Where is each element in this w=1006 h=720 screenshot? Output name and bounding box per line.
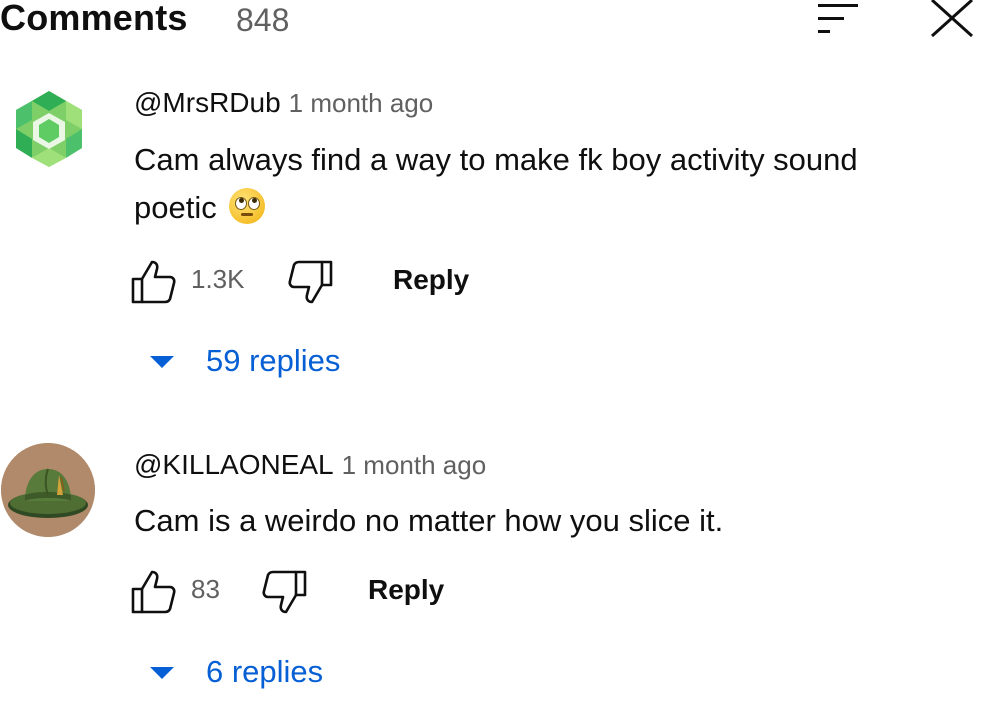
avatar-identicon: [16, 91, 82, 167]
thumbs-down-icon: [288, 260, 333, 304]
comment-actions: 1.3K Reply: [130, 258, 490, 306]
comments-count: 848: [236, 2, 290, 38]
sort-button[interactable]: [808, 0, 864, 38]
comment-text-line: Cam is a weirdo no matter how you slice …: [134, 503, 724, 538]
thumbs-down-icon: [262, 570, 307, 614]
comment-text-line: poetic: [134, 190, 217, 225]
comment-actions: 83 Reply: [130, 568, 470, 616]
rolling-eyes-emoji-icon: [229, 188, 266, 224]
comment-author[interactable]: @KILLAONEAL: [134, 449, 334, 480]
comment-meta: @MrsRDub 1 month ago: [134, 87, 433, 119]
close-button[interactable]: [926, 0, 978, 40]
caret-down-icon: [150, 356, 174, 368]
reply-button[interactable]: Reply: [393, 264, 469, 296]
comments-title: Comments: [0, 0, 188, 38]
like-count: 1.3K: [191, 264, 245, 294]
sort-icon: [818, 4, 858, 33]
dislike-button[interactable]: [286, 258, 334, 306]
comment-text: Cam is a weirdo no matter how you slice …: [134, 497, 954, 545]
reply-button[interactable]: Reply: [368, 574, 444, 606]
caret-down-icon: [150, 667, 174, 679]
view-replies-button[interactable]: 59 replies: [150, 339, 370, 387]
comment-meta: @KILLAONEAL 1 month ago: [134, 449, 486, 481]
comment-author[interactable]: @MrsRDub: [134, 87, 281, 118]
avatar[interactable]: [1, 443, 95, 537]
comment-time[interactable]: 1 month ago: [342, 450, 487, 480]
like-button[interactable]: [130, 568, 178, 616]
comment-time[interactable]: 1 month ago: [289, 88, 434, 118]
close-icon: [930, 0, 974, 38]
dislike-button[interactable]: [260, 568, 308, 616]
view-replies-button[interactable]: 6 replies: [150, 650, 350, 698]
replies-label: 6 replies: [206, 654, 324, 689]
thumbs-up-icon: [131, 260, 176, 304]
comment-text: Cam always find a way to make fk boy act…: [134, 136, 954, 232]
comment-text-line: Cam always find a way to make fk boy act…: [134, 142, 858, 177]
avatar[interactable]: [2, 83, 96, 177]
like-button[interactable]: [130, 258, 178, 306]
replies-label: 59 replies: [206, 343, 341, 378]
hat-avatar-image: [1, 443, 95, 537]
thumbs-up-icon: [131, 570, 176, 614]
like-count: 83: [191, 574, 220, 604]
comments-header: Comments 848: [0, 0, 1006, 42]
